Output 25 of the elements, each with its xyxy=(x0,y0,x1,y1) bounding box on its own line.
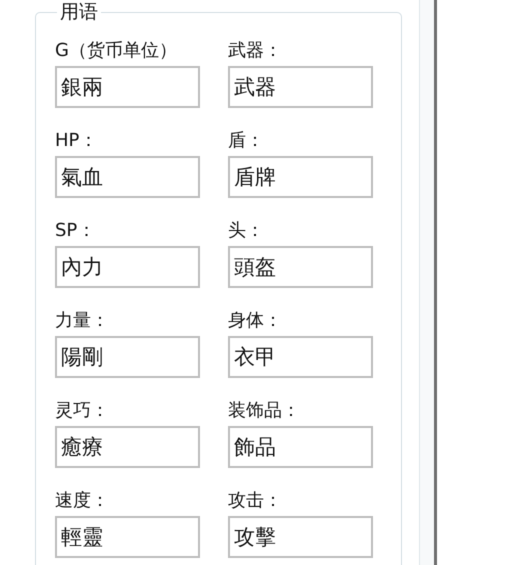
input-field[interactable]: 飾品 xyxy=(228,426,373,468)
field-label: G（货币单位） xyxy=(55,39,177,63)
input-field[interactable]: 衣甲 xyxy=(228,336,373,378)
input-field[interactable]: 武器 xyxy=(228,66,373,108)
input-field[interactable]: 輕靈 xyxy=(55,516,200,558)
field-label: 速度： xyxy=(55,489,109,513)
input-field[interactable]: 攻擊 xyxy=(228,516,373,558)
field-label: 头： xyxy=(228,219,264,243)
field-label: 力量： xyxy=(55,309,109,333)
field-label: SP： xyxy=(55,219,96,243)
field-label: HP： xyxy=(55,129,98,153)
input-field[interactable]: 銀兩 xyxy=(55,66,200,108)
input-field[interactable]: 癒療 xyxy=(55,426,200,468)
field-label: 灵巧： xyxy=(55,399,109,423)
input-field[interactable]: 盾牌 xyxy=(228,156,373,198)
field-label: 攻击： xyxy=(228,489,282,513)
input-field[interactable]: 陽剛 xyxy=(55,336,200,378)
input-field[interactable]: 內力 xyxy=(55,246,200,288)
input-field[interactable]: 頭盔 xyxy=(228,246,373,288)
input-field[interactable]: 氣血 xyxy=(55,156,200,198)
field-label: 装饰品： xyxy=(228,399,300,423)
field-label: 盾： xyxy=(228,129,264,153)
field-label: 武器： xyxy=(228,39,282,63)
group-title: 用语 xyxy=(59,0,99,24)
field-label: 身体： xyxy=(228,309,282,333)
